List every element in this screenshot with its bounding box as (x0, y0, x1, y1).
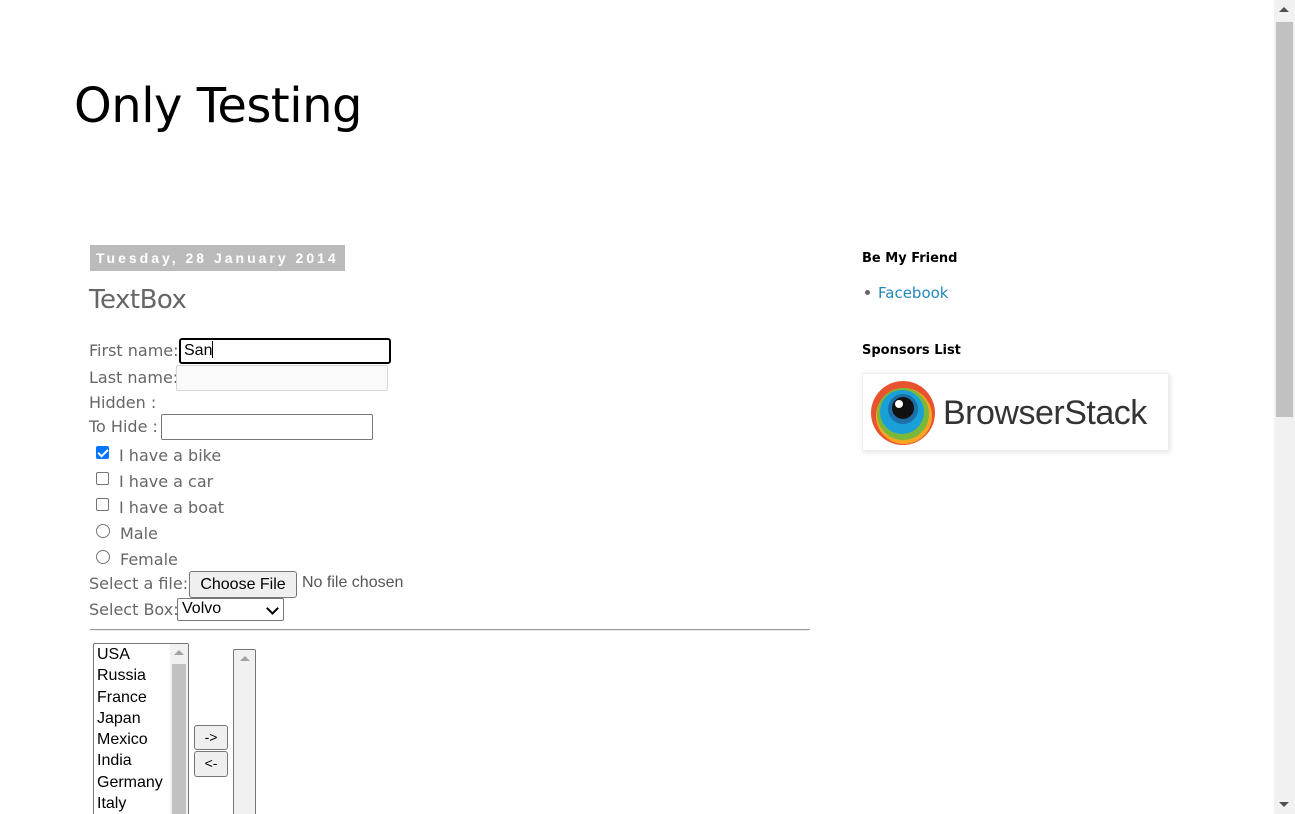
list-item[interactable]: Mexico (97, 729, 163, 750)
be-my-friend-heading: Be My Friend (862, 251, 958, 266)
first-name-input[interactable]: San (179, 338, 391, 364)
to-hide-input[interactable] (161, 414, 373, 440)
page-scrollbar[interactable] (1274, 0, 1295, 814)
scroll-down-icon[interactable] (1279, 802, 1289, 807)
page-scroll-thumb[interactable] (1276, 22, 1293, 417)
browserstack-logo-icon (871, 381, 935, 445)
sponsors-list-heading: Sponsors List (862, 343, 961, 358)
female-radio[interactable] (96, 550, 110, 564)
to-hide-label: To Hide : (89, 417, 158, 436)
choose-file-button[interactable]: Choose File (189, 571, 297, 598)
bike-checkbox-label: I have a bike (119, 446, 222, 465)
first-name-value: San (184, 342, 213, 359)
file-status: No file chosen (302, 574, 404, 591)
boat-checkbox-label: I have a boat (119, 498, 225, 517)
country-listbox[interactable]: USA Russia France Japan Mexico India Ger… (93, 643, 189, 814)
file-label: Select a file: (89, 574, 189, 593)
male-radio[interactable] (96, 524, 110, 538)
scroll-up-icon[interactable] (240, 656, 250, 661)
boat-checkbox[interactable] (96, 498, 109, 511)
male-radio-label: Male (120, 524, 158, 543)
scroll-up-icon[interactable] (1279, 7, 1289, 12)
text-caret (212, 341, 214, 358)
hidden-label: Hidden : (89, 393, 157, 412)
post-date-header: Tuesday, 28 January 2014 (90, 245, 345, 271)
browserstack-sponsor-banner[interactable]: BrowserStack (862, 373, 1169, 451)
list-item[interactable]: Italy (97, 793, 163, 814)
list-item[interactable]: France (97, 687, 163, 708)
select-box-label: Select Box: (89, 600, 179, 619)
blog-title[interactable]: Only Testing (74, 78, 362, 134)
bullet-icon (865, 290, 870, 295)
country-list: USA Russia France Japan Mexico India Ger… (97, 644, 163, 814)
first-name-label: First name: (89, 341, 179, 360)
page: Only Testing Tuesday, 28 January 2014 Te… (0, 0, 1295, 814)
select-box-value: Volvo (182, 600, 222, 617)
list-item[interactable]: Germany (97, 772, 163, 793)
select-box-dropdown[interactable]: Volvo (177, 598, 284, 621)
scroll-up-icon[interactable] (174, 650, 184, 655)
list-item: Facebook (862, 284, 948, 302)
divider (90, 629, 810, 631)
target-listbox[interactable] (233, 649, 256, 814)
bike-checkbox[interactable] (96, 446, 109, 459)
chevron-down-icon (266, 602, 279, 615)
list-item[interactable]: India (97, 750, 163, 771)
listbox-scrollbar[interactable] (170, 644, 188, 814)
car-checkbox-label: I have a car (119, 472, 214, 491)
list-item[interactable]: USA (97, 644, 163, 665)
move-right-button[interactable]: -> (194, 725, 228, 750)
car-checkbox[interactable] (96, 472, 109, 485)
move-left-button[interactable]: <- (194, 751, 228, 777)
post-title: TextBox (89, 285, 187, 315)
listbox-scroll-thumb[interactable] (172, 664, 186, 814)
friend-links-list: Facebook (862, 284, 948, 302)
facebook-link[interactable]: Facebook (878, 284, 948, 302)
browserstack-name: BrowserStack (943, 394, 1147, 432)
list-item[interactable]: Japan (97, 708, 163, 729)
last-name-input[interactable] (176, 365, 388, 391)
female-radio-label: Female (120, 550, 178, 569)
last-name-label: Last name: (89, 368, 179, 387)
list-item[interactable]: Russia (97, 665, 163, 686)
